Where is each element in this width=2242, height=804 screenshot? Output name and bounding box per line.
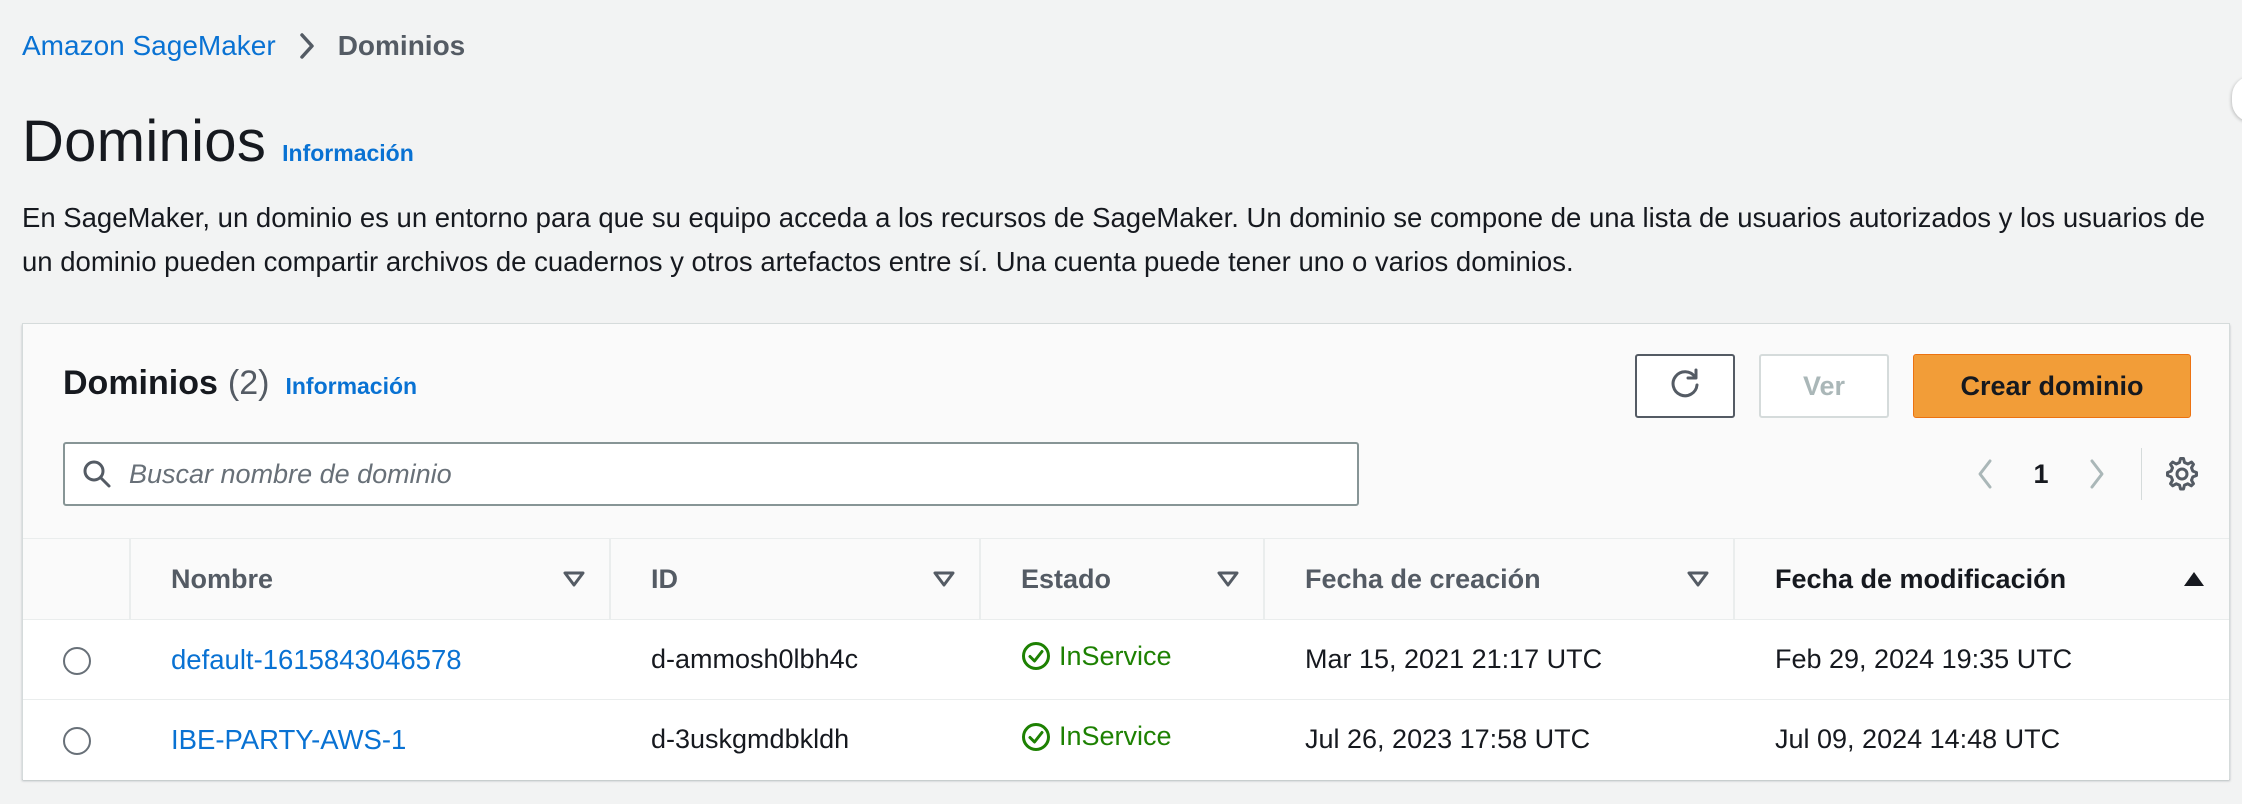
row-select-radio[interactable] bbox=[63, 727, 91, 756]
chevron-right-icon bbox=[2090, 459, 2104, 489]
page-title: Dominios bbox=[22, 109, 267, 174]
sort-descending-outline-icon bbox=[563, 570, 585, 588]
domain-id: d-3uskgmdbkldh bbox=[609, 699, 979, 780]
created-date: Jul 26, 2023 17:58 UTC bbox=[1263, 699, 1733, 780]
breadcrumb-current: Dominios bbox=[337, 30, 466, 61]
sort-ascending-icon bbox=[2183, 570, 2205, 588]
column-header-label: Estado bbox=[1021, 563, 1112, 594]
modified-date: Feb 29, 2024 19:35 UTC bbox=[1733, 619, 2229, 700]
table-row: IBE-PARTY-AWS-1 d-3uskgmdbkldh InService… bbox=[23, 699, 2229, 780]
column-header-label: Fecha de modificación bbox=[1775, 563, 2067, 594]
chevron-left-icon bbox=[1978, 459, 1992, 489]
domain-name-link[interactable]: IBE-PARTY-AWS-1 bbox=[171, 724, 406, 755]
next-page-button[interactable] bbox=[2075, 448, 2119, 500]
sort-descending-outline-icon bbox=[933, 570, 955, 588]
modified-date: Jul 09, 2024 14:48 UTC bbox=[1733, 699, 2229, 780]
panel-header: Dominios (2) Información Ver Crear domin… bbox=[23, 324, 2229, 539]
previous-page-button[interactable] bbox=[1963, 448, 2007, 500]
chevron-right-icon bbox=[298, 32, 316, 60]
status-text: InService bbox=[1059, 640, 1172, 671]
refresh-icon bbox=[1668, 366, 1702, 407]
page-description: En SageMaker, un dominio es un entorno p… bbox=[22, 202, 2206, 277]
row-select-radio[interactable] bbox=[63, 646, 91, 675]
gear-icon bbox=[2166, 457, 2198, 491]
side-panel-toggle[interactable] bbox=[2232, 76, 2242, 122]
preferences-button[interactable] bbox=[2147, 448, 2217, 500]
panel-title-row: Dominios (2) Información bbox=[63, 364, 417, 403]
domain-name-link[interactable]: default-1615843046578 bbox=[171, 644, 462, 675]
table-header-row: Nombre ID Estado Fecha de creación Fecha… bbox=[23, 539, 2229, 620]
status-text: InService bbox=[1059, 721, 1172, 751]
create-domain-button[interactable]: Crear dominio bbox=[1913, 354, 2191, 418]
column-header-label: ID bbox=[651, 563, 678, 594]
view-button[interactable]: Ver bbox=[1759, 354, 1889, 418]
column-header-created[interactable]: Fecha de creación bbox=[1263, 539, 1733, 620]
status-badge: InService bbox=[1021, 641, 1172, 672]
breadcrumb: Amazon SageMaker Dominios bbox=[22, 30, 465, 62]
column-header-modified[interactable]: Fecha de modificación bbox=[1733, 539, 2229, 620]
status-badge: InService bbox=[1021, 721, 1172, 752]
column-header-status[interactable]: Estado bbox=[979, 539, 1263, 620]
created-date: Mar 15, 2021 21:17 UTC bbox=[1263, 619, 1733, 700]
column-header-id[interactable]: ID bbox=[609, 539, 979, 620]
domain-id: d-ammosh0lbh4c bbox=[609, 619, 979, 700]
refresh-button[interactable] bbox=[1635, 354, 1735, 418]
check-circle-icon bbox=[1022, 642, 1050, 671]
pagination-divider bbox=[2141, 448, 2142, 500]
panel-count: (2) bbox=[227, 364, 270, 402]
table-row: default-1615843046578 d-ammosh0lbh4c InS… bbox=[23, 619, 2229, 700]
column-header-label: Fecha de creación bbox=[1305, 563, 1541, 594]
check-circle-icon bbox=[1022, 722, 1050, 751]
column-header-select bbox=[23, 539, 129, 620]
page-header: Dominios Información bbox=[22, 108, 414, 175]
breadcrumb-link-sagemaker[interactable]: Amazon SageMaker bbox=[22, 30, 276, 62]
page-number[interactable]: 1 bbox=[2007, 459, 2075, 490]
pagination: 1 bbox=[1963, 448, 2119, 500]
column-header-name[interactable]: Nombre bbox=[129, 539, 609, 620]
column-header-label: Nombre bbox=[171, 563, 274, 594]
domains-table: Nombre ID Estado Fecha de creación Fecha… bbox=[23, 539, 2229, 780]
page-info-link[interactable]: Información bbox=[282, 140, 414, 167]
sort-descending-outline-icon bbox=[1217, 570, 1239, 588]
sort-descending-outline-icon bbox=[1687, 570, 1709, 588]
panel-title: Dominios bbox=[63, 364, 218, 402]
search-field[interactable] bbox=[63, 442, 1359, 506]
search-input[interactable] bbox=[129, 458, 1329, 490]
panel-info-link[interactable]: Información bbox=[285, 373, 417, 400]
domains-table-panel: Dominios (2) Información Ver Crear domin… bbox=[22, 323, 2230, 780]
search-icon bbox=[65, 459, 129, 489]
